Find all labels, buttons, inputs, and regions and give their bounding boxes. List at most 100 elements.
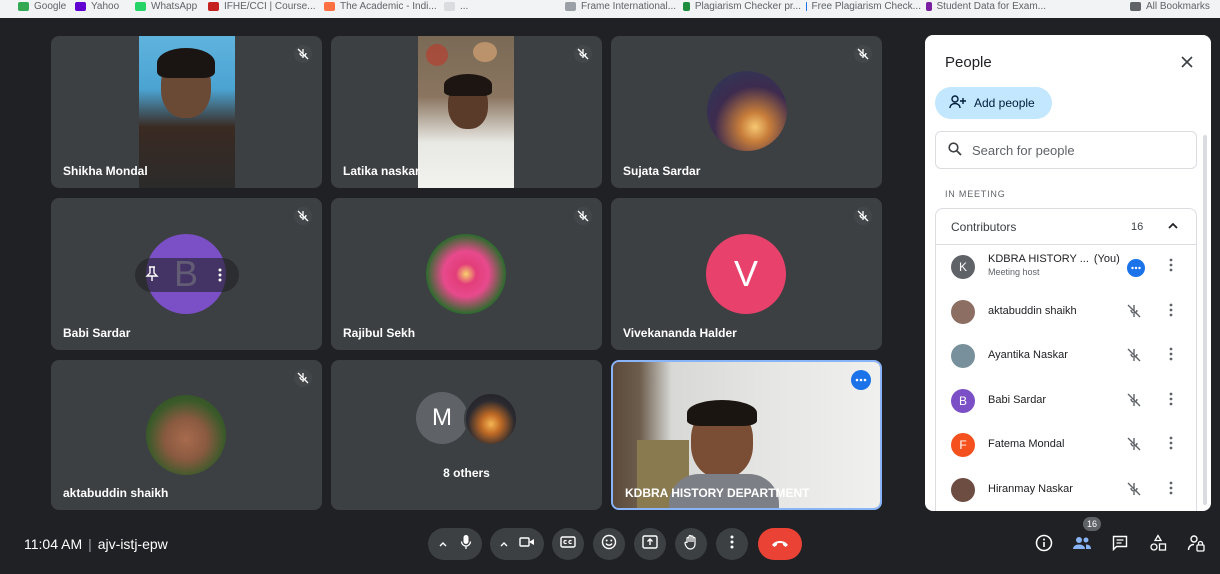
raise-hand-icon [684,534,698,555]
participant-row[interactable]: F Fatema Mondal [936,423,1198,467]
participant-row[interactable]: B Babi Sardar [936,379,1198,423]
participant-avatar [464,392,518,446]
add-people-label: Add people [974,96,1035,110]
bookmark-item[interactable]: Yahoo [75,0,130,12]
mic-off-icon [854,207,872,225]
bookmark-item[interactable]: Google [18,0,70,12]
participant-row[interactable]: aktabuddin shaikh [936,290,1198,334]
participant-tile[interactable]: V Vivekananda Halder [611,198,882,350]
contributors-header[interactable]: Contributors 16 [936,209,1196,245]
more-options-button[interactable] [716,528,748,560]
bookmark-label: WhatsApp [151,0,198,12]
panel-title: People [945,54,992,71]
meeting-info: 11:04 AM | ajv-istj-epw [24,536,168,552]
mic-off-icon [1126,303,1142,324]
raise-hand-button[interactable] [675,528,707,560]
captions-button[interactable] [552,528,584,560]
participant-avatar: B [951,388,975,413]
more-options-icon[interactable] [217,267,223,288]
bookmark-item[interactable]: Student Data for Exam... [926,0,1046,12]
people-button[interactable] [1071,534,1093,556]
chat-button[interactable] [1109,534,1131,556]
more-vert-icon[interactable] [1169,436,1173,455]
host-controls-button[interactable] [1185,534,1207,556]
participant-name: Babi Sardar [63,326,131,340]
participant-avatar [951,477,975,502]
bookmark-favicon-icon [683,1,690,11]
activities-icon [1149,533,1167,557]
more-vert-icon[interactable] [1169,258,1173,277]
more-vert-icon[interactable] [1169,303,1173,322]
bookmark-item[interactable]: Plagiarism Checker pr... [683,0,801,12]
bookmark-item[interactable]: All Bookmarks [1130,0,1210,12]
bookmark-label: Student Data for Exam... [936,0,1047,12]
tile-more-options-icon[interactable] [851,370,871,390]
participant-name: Hiranmay Naskar [988,483,1073,495]
mic-off-icon [1126,392,1142,413]
avatar-initial: F [959,438,967,452]
participant-name: KDBRA HISTORY DEPARTMENT [625,486,810,500]
participant-tile[interactable]: B Babi Sardar [51,198,322,350]
bookmark-item[interactable]: Free Plagiarism Check... [806,0,921,12]
host-more-icon[interactable] [1127,259,1145,277]
camera-icon[interactable] [519,535,535,553]
participant-avatar [951,299,975,324]
participant-row[interactable]: Ayantika Naskar [936,334,1198,378]
group-count: 16 [1131,221,1144,233]
bookmark-item[interactable]: WhatsApp [135,0,203,12]
people-icon [1072,536,1092,555]
others-tile[interactable]: M 8 others [331,360,602,510]
bookmark-item[interactable]: The Academic - Indi... [324,0,439,12]
participant-avatar [426,234,506,314]
people-panel: People Add people Search for people IN M… [925,35,1211,511]
more-vert-icon[interactable] [1169,481,1173,500]
participant-name-text: Babi Sardar [988,393,1047,406]
microphone-icon[interactable] [460,534,472,555]
bookmark-item[interactable]: ... [444,0,559,12]
add-people-button[interactable]: Add people [935,87,1052,119]
participant-avatar: V [706,234,786,314]
chevron-up-icon[interactable] [438,535,448,553]
avatar-initial: B [958,393,967,408]
self-video-tile[interactable]: KDBRA HISTORY DEPARTMENT [611,360,882,510]
bookmark-favicon-icon [208,1,219,11]
microphone-control[interactable] [428,528,482,560]
participant-tile[interactable]: Latika naskar [331,36,602,188]
info-icon [1035,534,1053,557]
bookmark-label: Plagiarism Checker pr... [694,0,801,12]
more-vert-icon[interactable] [1169,347,1173,366]
bookmark-label: Google [34,0,67,12]
present-button[interactable] [634,528,666,560]
participant-tile[interactable]: Rajibul Sekh [331,198,602,350]
activities-button[interactable] [1147,533,1169,557]
participant-name: Fatema Mondal [988,438,1064,450]
participant-name: Rajibul Sekh [343,326,416,340]
bookmark-label: Free Plagiarism Check... [811,0,921,12]
participant-row[interactable]: K KDBRA HISTORY ... (You) Meeting host [936,245,1198,289]
pin-icon[interactable] [145,266,159,287]
separator: | [88,536,92,552]
bookmark-favicon-icon [324,1,335,11]
participant-row[interactable]: Hiranmay Naskar [936,468,1198,512]
participant-tile[interactable]: aktabuddin shaikh [51,360,322,510]
participant-tile[interactable]: Sujata Sardar [611,36,882,188]
close-icon[interactable] [1177,52,1197,72]
bookmark-item[interactable]: Frame International... [565,0,677,12]
chevron-up-icon[interactable] [499,535,509,553]
reactions-button[interactable] [593,528,625,560]
chevron-up-icon[interactable] [1166,219,1180,238]
meeting-details-button[interactable] [1033,534,1055,556]
participant-name: Shikha Mondal [63,164,148,178]
leave-call-button[interactable] [758,528,802,560]
more-vert-icon[interactable] [1169,392,1173,411]
bookmark-item[interactable]: IFHE/CCI | Course... [208,0,318,12]
you-label: (You) [1093,253,1120,265]
participant-tile[interactable]: Shikha Mondal [51,36,322,188]
search-people-input[interactable]: Search for people [935,131,1197,169]
panel-scrollbar[interactable] [1203,135,1207,505]
others-label: 8 others [443,466,490,480]
end-call-icon [770,535,790,553]
closed-captions-icon [560,535,576,553]
camera-control[interactable] [490,528,544,560]
bookmark-label: The Academic - Indi... [340,0,437,12]
